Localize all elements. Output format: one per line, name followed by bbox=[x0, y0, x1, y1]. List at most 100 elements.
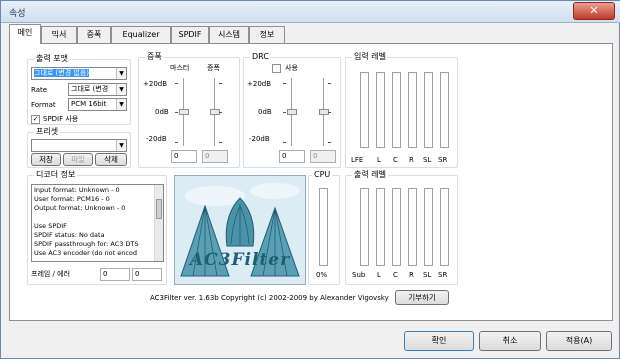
drc-group: DRC 사용 +20dB 0dB -20dB 0 0 bbox=[243, 52, 341, 168]
master-tick bbox=[175, 83, 178, 84]
gain-group: 증폭 마스터 증폭 +20dB 0dB -20dB 0 0 bbox=[138, 52, 240, 168]
ac3filter-logo: AC3Filter bbox=[174, 175, 306, 285]
output-meter-c bbox=[392, 188, 401, 266]
logo-text: AC3Filter bbox=[189, 250, 291, 270]
preset-save-button[interactable]: 저장 bbox=[31, 153, 61, 166]
gain-value-input[interactable]: 0 bbox=[202, 150, 228, 163]
input-meter-sl bbox=[424, 72, 433, 148]
format-value: PCM 16bit bbox=[71, 100, 107, 108]
drc-value-input-1[interactable]: 0 bbox=[279, 150, 305, 163]
frames-count-input[interactable]: 0 bbox=[100, 268, 130, 281]
drc-tick bbox=[283, 142, 286, 143]
scrollbar-thumb[interactable] bbox=[156, 199, 162, 219]
output-format-title: 출력 포맷 bbox=[34, 54, 70, 64]
decoder-info-line: Use AC3 encoder (do not encod bbox=[34, 249, 138, 257]
window-title: 속성 bbox=[9, 9, 26, 19]
gain-scale-bottom: -20dB bbox=[146, 135, 167, 143]
output-levels-group: 출력 레벨 Sub L C R SL SR bbox=[345, 170, 458, 285]
input-channel-lfe: LFE bbox=[351, 156, 364, 164]
gain-title: 증폭 bbox=[145, 52, 164, 62]
apply-button[interactable]: 적용(A) bbox=[546, 331, 612, 351]
spdif-checkbox[interactable]: ✓ bbox=[31, 115, 40, 124]
output-format-select[interactable]: 그대로 (변경 없음) ▼ bbox=[31, 67, 127, 80]
cpu-group: CPU 0% bbox=[308, 170, 340, 285]
input-meter-r bbox=[408, 72, 417, 148]
decoder-info-title: 디코더 정보 bbox=[34, 170, 78, 180]
gain-tick bbox=[219, 83, 222, 84]
output-meter-sr bbox=[440, 188, 449, 266]
output-format-value: 그대로 (변경 없음) bbox=[34, 69, 89, 77]
master-value-input[interactable]: 0 bbox=[171, 150, 197, 163]
tab-system[interactable]: 시스템 bbox=[209, 26, 249, 43]
cpu-value: 0% bbox=[316, 271, 328, 279]
decoder-info-log[interactable]: Input format: Unknown - 0 User format: P… bbox=[31, 184, 164, 262]
master-slider-thumb[interactable] bbox=[179, 109, 189, 115]
cpu-title: CPU bbox=[312, 170, 333, 180]
input-channel-sr: SR bbox=[438, 156, 448, 164]
input-meter-l bbox=[376, 72, 385, 148]
tab-equalizer[interactable]: Equalizer bbox=[111, 26, 171, 43]
presets-group: 프리셋 ▼ 저장 파일 삭제 bbox=[27, 127, 131, 168]
close-button[interactable]: ✕ bbox=[573, 2, 615, 20]
output-meter-sub bbox=[360, 188, 369, 266]
format-select[interactable]: PCM 16bit ▼ bbox=[68, 98, 127, 111]
tab-mixer[interactable]: 믹서 bbox=[41, 26, 77, 43]
tab-spdif[interactable]: SPDIF bbox=[171, 26, 209, 43]
tab-main[interactable]: 메인 bbox=[9, 24, 41, 44]
input-levels-title: 입력 레벨 bbox=[352, 52, 388, 62]
gain-tick bbox=[219, 112, 222, 113]
rate-value: 그대로 (변경 bbox=[71, 85, 109, 93]
drc-value-input-2[interactable]: 0 bbox=[310, 150, 336, 163]
errors-count-input[interactable]: 0 bbox=[132, 268, 162, 281]
chevron-down-icon: ▼ bbox=[116, 84, 126, 95]
input-channel-r: R bbox=[409, 156, 414, 164]
drc-scale-mid: 0dB bbox=[258, 108, 272, 116]
drc-use-checkbox[interactable] bbox=[272, 64, 281, 73]
preset-select[interactable]: ▼ bbox=[31, 139, 127, 152]
spdif-checkbox-label: SPDIF 사용 bbox=[43, 115, 79, 123]
output-format-group: 출력 포맷 그대로 (변경 없음) ▼ Rate 그대로 (변경 ▼ Format … bbox=[27, 54, 131, 125]
output-channel-sub: Sub bbox=[352, 271, 366, 279]
output-meter-l bbox=[376, 188, 385, 266]
output-channel-c: C bbox=[393, 271, 398, 279]
rate-label: Rate bbox=[31, 86, 48, 94]
output-meter-sl bbox=[424, 188, 433, 266]
rate-select[interactable]: 그대로 (변경 ▼ bbox=[68, 83, 127, 96]
decoder-info-group: 디코더 정보 Input format: Unknown - 0 User fo… bbox=[27, 170, 167, 285]
drc-slider-1-thumb[interactable] bbox=[287, 109, 297, 115]
drc-tick bbox=[283, 112, 286, 113]
gain-master-label: 마스터 bbox=[170, 64, 190, 72]
master-tick bbox=[175, 112, 178, 113]
decoder-info-line bbox=[34, 213, 161, 222]
chevron-down-icon: ▼ bbox=[116, 99, 126, 110]
chevron-down-icon: ▼ bbox=[116, 140, 126, 151]
format-label: Format bbox=[31, 101, 56, 109]
preset-file-button[interactable]: 파일 bbox=[63, 153, 93, 166]
input-meter-sr bbox=[440, 72, 449, 148]
cancel-button[interactable]: 취소 bbox=[479, 331, 541, 351]
gain-scale-top: +20dB bbox=[143, 80, 168, 88]
main-tab-panel: 출력 포맷 그대로 (변경 없음) ▼ Rate 그대로 (변경 ▼ Format … bbox=[9, 43, 613, 321]
donate-button[interactable]: 기부하기 bbox=[395, 290, 449, 305]
gain-scale-mid: 0dB bbox=[155, 108, 169, 116]
decoder-info-line: SPDIF status: No data bbox=[34, 231, 105, 239]
decoder-info-line: Output format: Unknown - 0 bbox=[34, 204, 126, 212]
decoder-info-scrollbar[interactable] bbox=[154, 185, 163, 261]
output-channel-r: R bbox=[409, 271, 414, 279]
title-bar[interactable]: 속성 ✕ bbox=[1, 1, 620, 23]
decoder-info-line: SPDIF passthrough for: AC3 DTS bbox=[34, 240, 139, 248]
output-meter-r bbox=[408, 188, 417, 266]
input-meter-c bbox=[392, 72, 401, 148]
drc-tick bbox=[328, 83, 331, 84]
drc-title: DRC bbox=[250, 52, 271, 62]
tab-info[interactable]: 정보 bbox=[249, 26, 285, 43]
input-levels-group: 입력 레벨 LFE L C R SL SR bbox=[345, 52, 458, 168]
presets-title: 프리셋 bbox=[34, 127, 61, 137]
preset-delete-button[interactable]: 삭제 bbox=[95, 153, 127, 166]
tab-gain[interactable]: 증폭 bbox=[77, 26, 111, 43]
properties-window: 속성 ✕ 메인 믹서 증폭 Equalizer SPDIF 시스템 정보 출력 … bbox=[0, 0, 620, 359]
ok-button[interactable]: 확인 bbox=[404, 331, 474, 351]
drc-tick bbox=[328, 112, 331, 113]
input-channel-sl: SL bbox=[423, 156, 432, 164]
frames-errors-label: 프레임 / 에러 bbox=[31, 270, 71, 278]
